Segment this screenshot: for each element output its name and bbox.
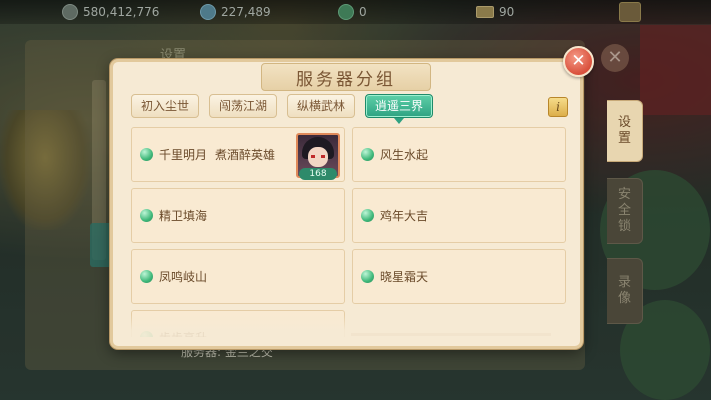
jade-value: 0	[359, 5, 367, 19]
bag-icon[interactable]	[619, 2, 641, 22]
server-status-dot-icon	[140, 209, 153, 222]
side-tab-label: 安全锁	[617, 187, 631, 234]
server-item-jingwei-tianhai[interactable]: 精卫填海	[131, 188, 345, 243]
server-item-fengsheng-shuiqi[interactable]: 风生水起	[352, 127, 566, 182]
server-item-jinian-daji[interactable]: 鸡年大吉	[352, 188, 566, 243]
server-name: 晓星霜天	[380, 270, 429, 284]
resource-bar: 580,412,776 227,489 0 90	[0, 0, 711, 24]
server-name: 鸡年大吉	[380, 209, 429, 223]
side-tab-replay[interactable]: 录像	[607, 258, 643, 324]
server-status-dot-icon	[361, 209, 374, 222]
server-name: 千里明月	[159, 148, 208, 162]
dialog-title-ribbon: 服务器分组	[261, 63, 431, 91]
server-item-bubu-gaosheng[interactable]: 步步高升	[131, 310, 345, 337]
server-item-qianliming-yue[interactable]: 千里明月 煮酒醉英雄 168	[131, 127, 345, 182]
server-item-fengming-qishan[interactable]: 凤鸣岐山	[131, 249, 345, 304]
server-list: 千里明月 煮酒醉英雄 168 风生水起 精卫填海 鸡年大吉 凤鸣岐山 晓星霜天	[131, 127, 567, 337]
gem-value: 227,489	[221, 5, 271, 19]
coin-icon	[62, 4, 78, 20]
gem-icon	[200, 4, 216, 20]
card-icon	[476, 6, 494, 18]
server-status-dot-icon	[140, 148, 153, 161]
gem-resource: 227,489	[200, 3, 271, 21]
background-close-icon: ✕	[601, 44, 629, 72]
server-status-dot-icon	[140, 270, 153, 283]
server-name: 凤鸣岐山	[159, 270, 208, 284]
close-button[interactable]: ✕	[563, 46, 594, 77]
info-button[interactable]: i	[548, 97, 568, 117]
side-tab-security-lock[interactable]: 安全锁	[607, 178, 643, 244]
group-tabs: 初入尘世 闯荡江湖 纵横武林 逍遥三界	[131, 94, 434, 124]
ticket-resource: 90	[476, 3, 514, 21]
scroll-divider	[351, 333, 551, 336]
character-level-badge: 168	[299, 168, 337, 180]
server-item-xiaoxing-shuangtian[interactable]: 晓星霜天	[352, 249, 566, 304]
jade-icon	[338, 4, 354, 20]
background-roof	[640, 25, 711, 115]
silver-resource: 580,412,776	[62, 3, 159, 21]
server-status-dot-icon	[361, 148, 374, 161]
server-status-dot-icon	[361, 270, 374, 283]
server-status-dot-icon	[140, 331, 153, 337]
server-name: 风生水起	[380, 148, 429, 162]
side-tab-label: 录像	[617, 275, 631, 306]
silver-value: 580,412,776	[83, 5, 160, 19]
side-tab-label: 设置	[617, 115, 631, 146]
server-group-dialog: 服务器分组 初入尘世 闯荡江湖 纵横武林 逍遥三界 i 千里明月 煮酒醉英雄 1…	[110, 59, 583, 349]
server-name: 步步高升	[159, 329, 207, 337]
tab-beginner[interactable]: 初入尘世	[131, 94, 200, 118]
jade-resource: 0	[338, 3, 367, 21]
character-name: 煮酒醉英雄	[215, 148, 276, 162]
side-tab-settings[interactable]: 设置	[607, 100, 643, 162]
tab-adventurer[interactable]: 闯荡江湖	[209, 94, 278, 118]
dialog-title: 服务器分组	[296, 69, 396, 90]
tab-three-realms[interactable]: 逍遥三界	[365, 94, 434, 124]
tab-martial-world[interactable]: 纵横武林	[287, 94, 356, 118]
ticket-value: 90	[499, 5, 515, 19]
server-name: 精卫填海	[159, 209, 208, 223]
